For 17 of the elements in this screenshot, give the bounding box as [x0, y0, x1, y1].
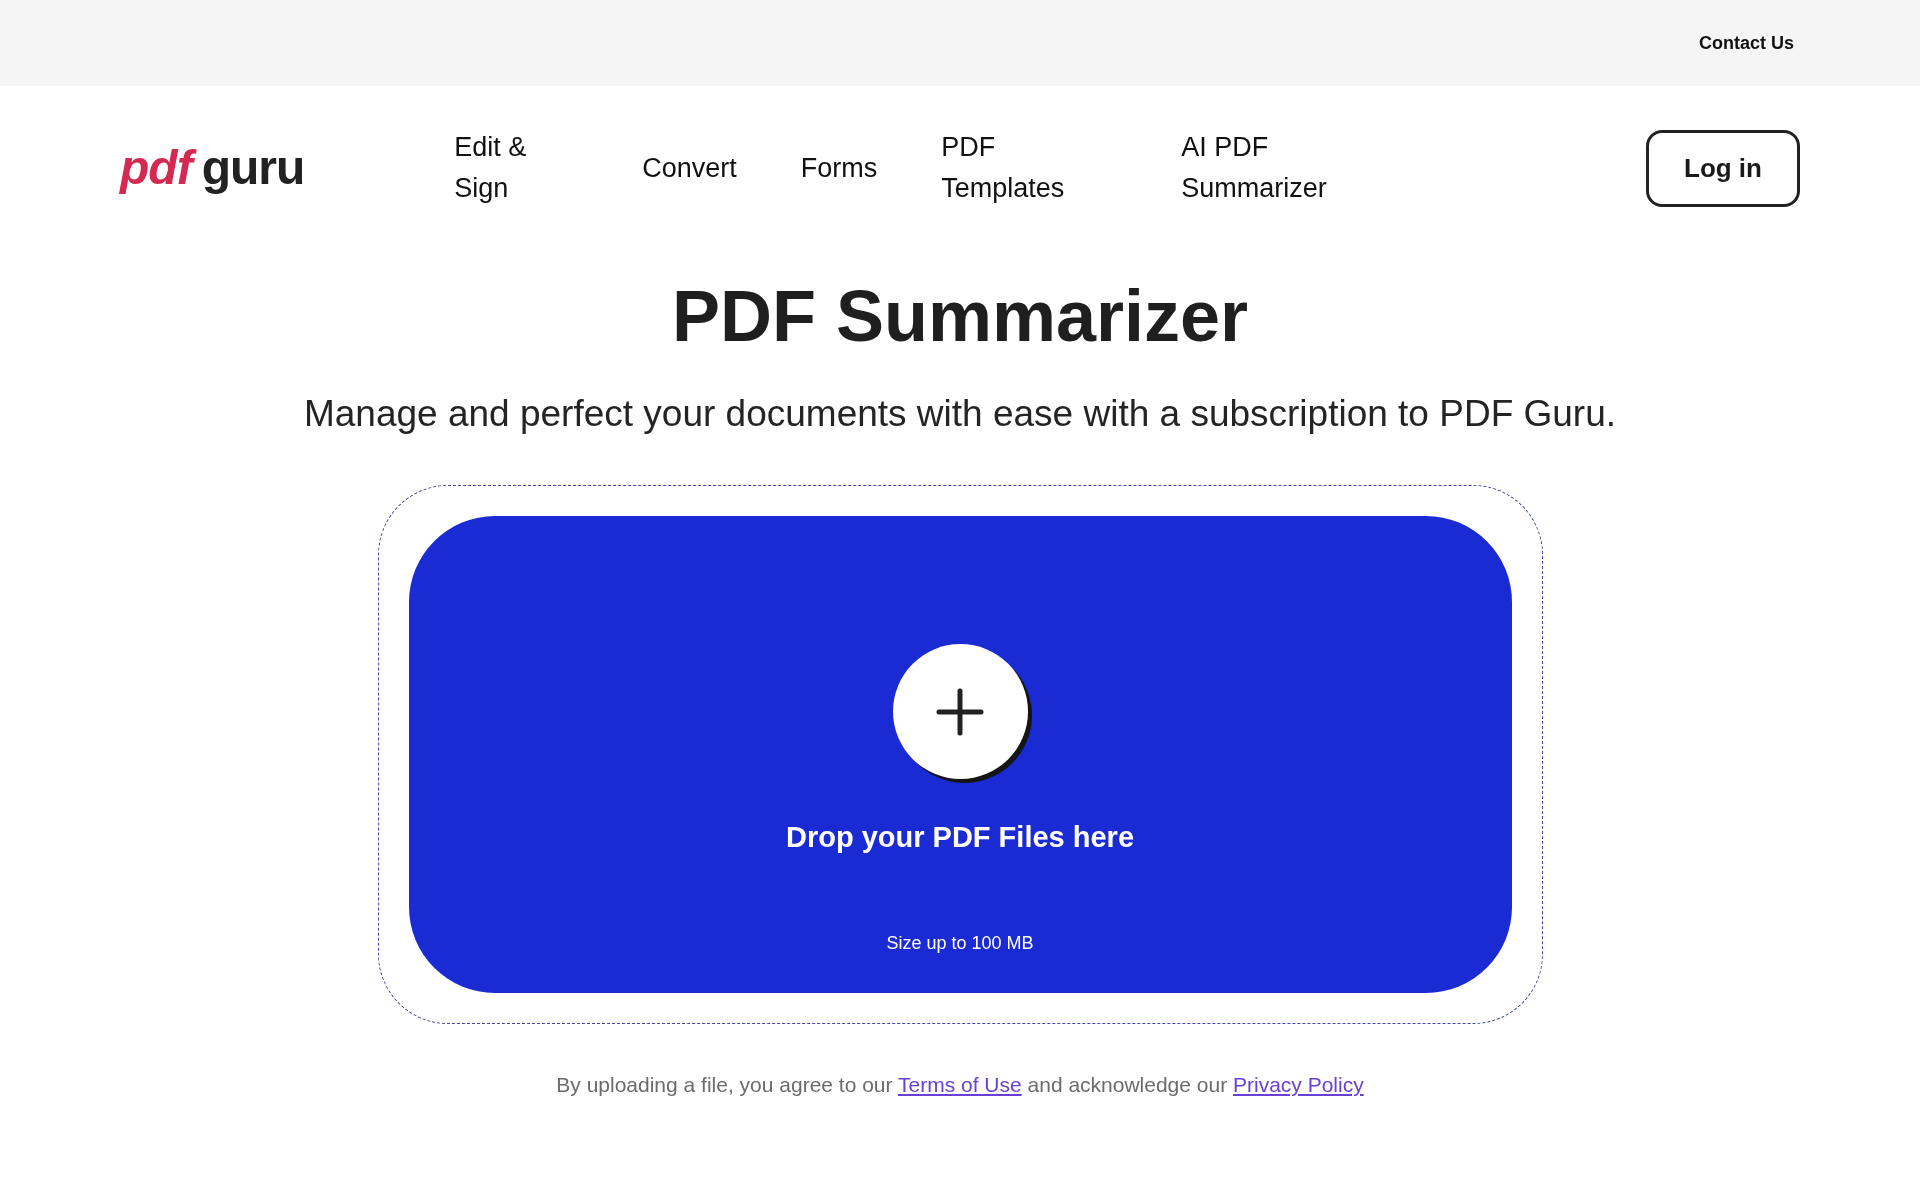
- login-button[interactable]: Log in: [1646, 129, 1800, 207]
- contact-link[interactable]: Contact Us: [1699, 29, 1794, 57]
- privacy-link[interactable]: Privacy Policy: [1233, 1073, 1364, 1096]
- page-subtitle: Manage and perfect your documents with ease with a subscription to PDF Guru.: [303, 392, 1617, 436]
- drop-zone[interactable]: Drop your PDF Files here Size up to 100 MB: [408, 516, 1512, 993]
- plus-icon: [936, 687, 984, 736]
- consent-text: By uploading a file, you agree to our Terms of Use and acknowledge our Privacy Policy: [556, 1072, 1364, 1098]
- nav-link[interactable]: AI PDF Summarizer: [1181, 127, 1348, 209]
- nav-link[interactable]: PDF Templates: [941, 127, 1118, 209]
- page-title: PDF Summarizer: [671, 275, 1249, 358]
- nav-link[interactable]: Edit & Sign: [454, 127, 579, 209]
- terms-link[interactable]: Terms of Use: [898, 1073, 1022, 1096]
- nav-link[interactable]: Forms: [800, 147, 878, 189]
- size-limit-text: Size up to 100 MB: [886, 932, 1034, 955]
- pdf-guru-logo[interactable]: pdf guru: [120, 144, 305, 192]
- drop-files-text: Drop your PDF Files here: [785, 820, 1135, 855]
- nav-link[interactable]: Convert: [642, 147, 737, 189]
